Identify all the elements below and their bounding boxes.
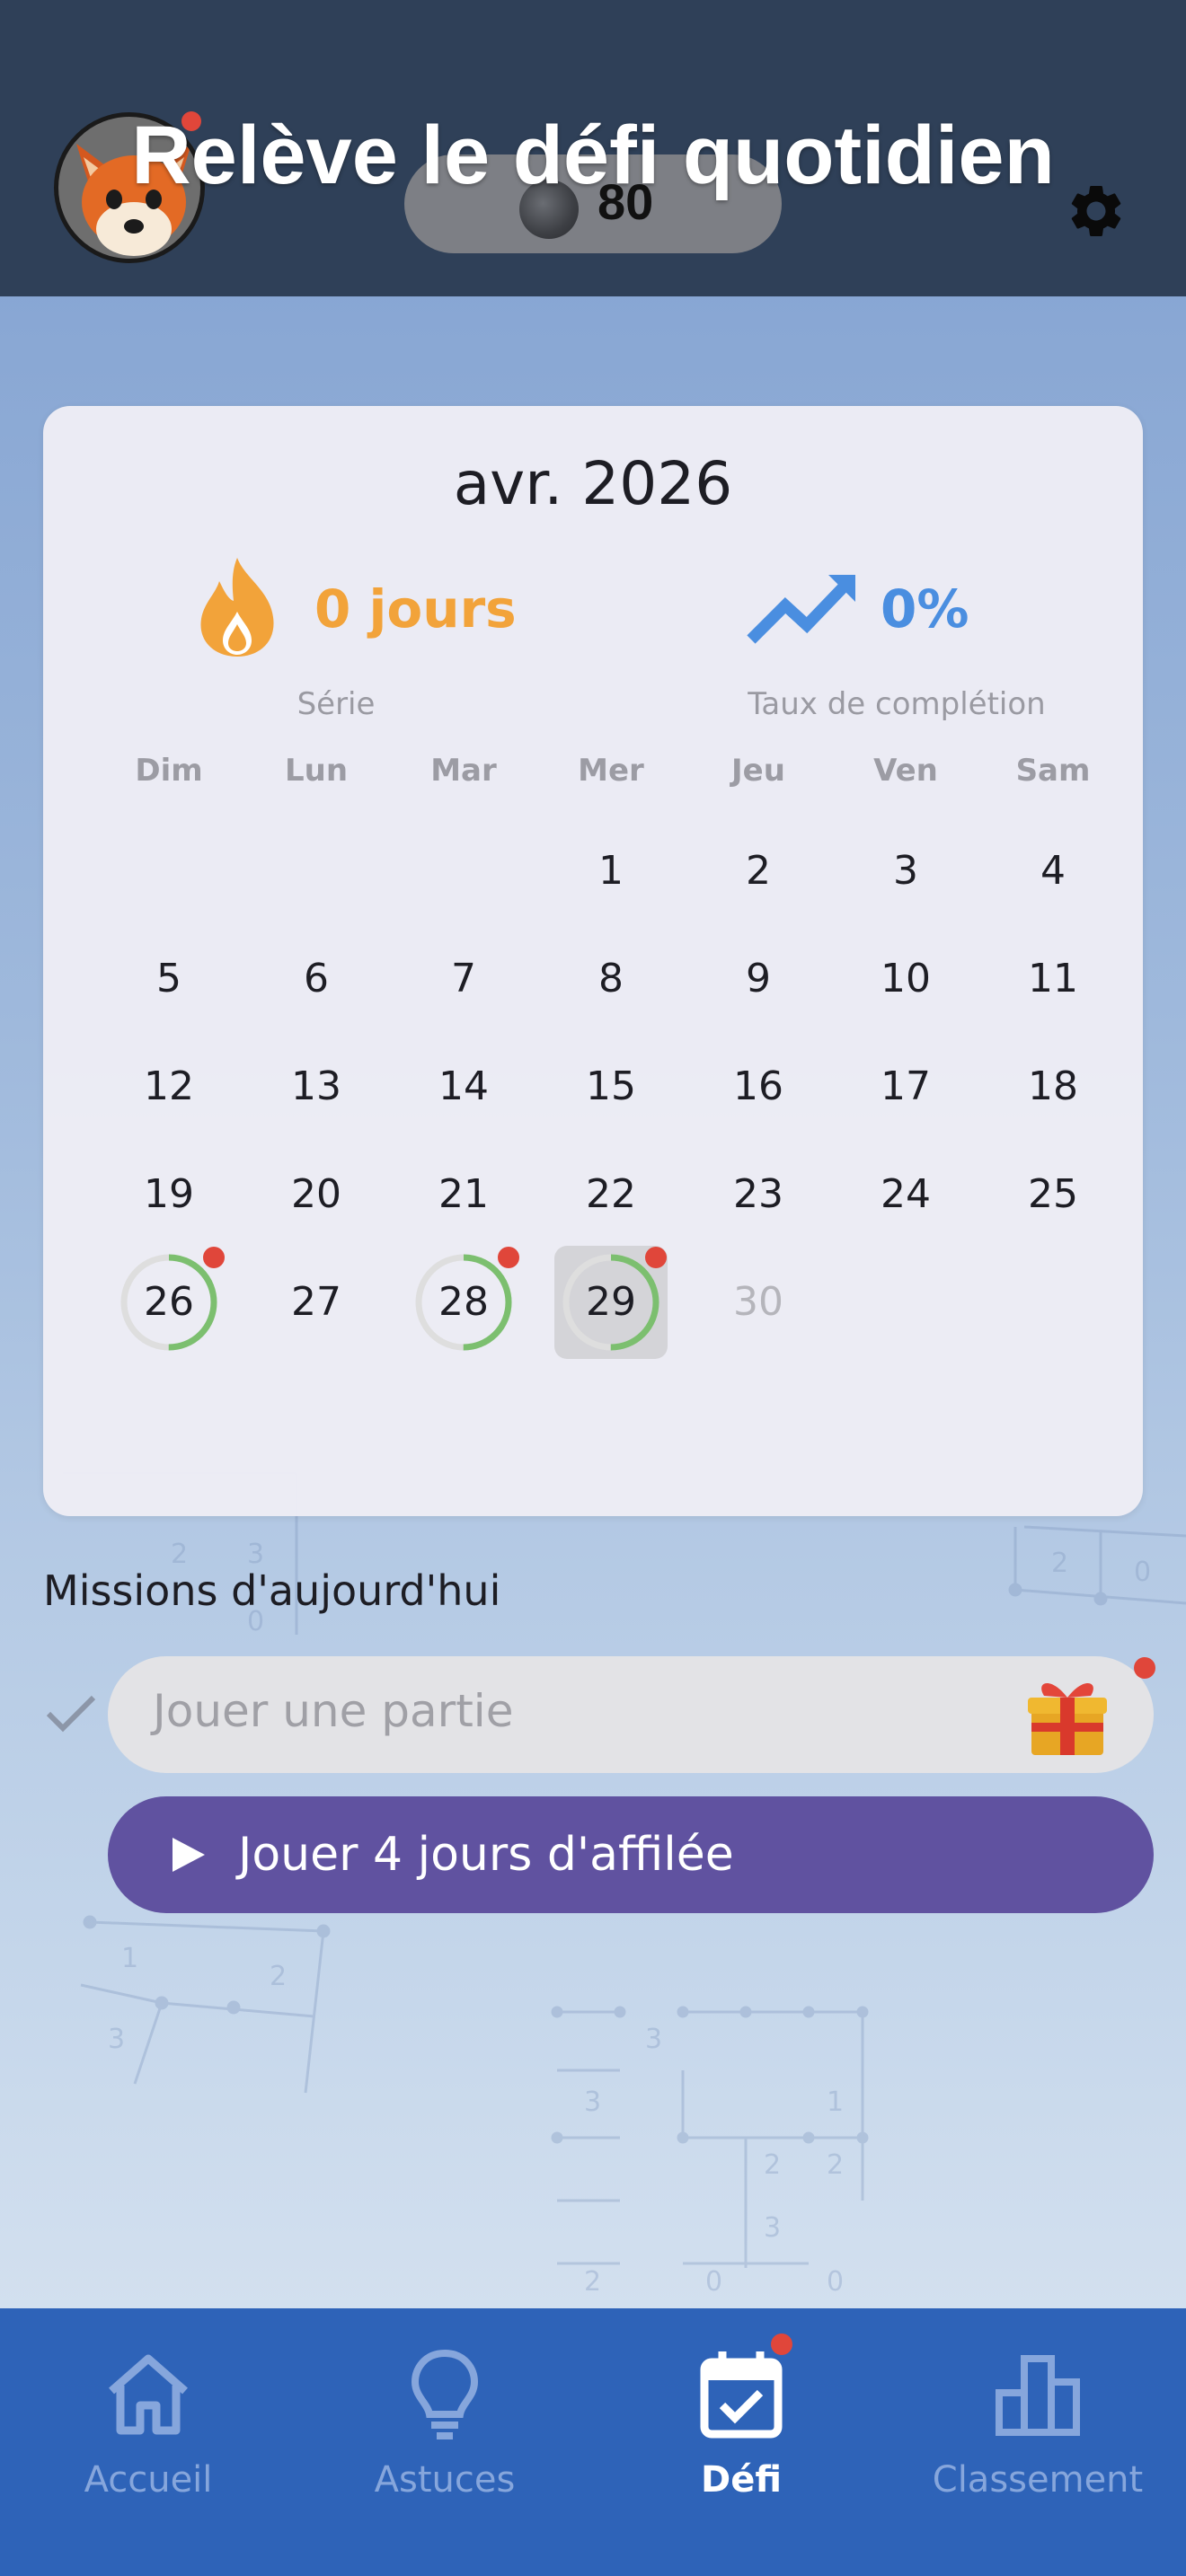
- calendar-day[interactable]: 29: [537, 1257, 685, 1347]
- home-icon: [109, 2354, 188, 2435]
- completion-rate-value: 0%: [881, 578, 969, 640]
- calendar-day[interactable]: 4: [979, 826, 1127, 916]
- calendar-day[interactable]: 26: [95, 1257, 243, 1347]
- streak-value: 0 jours: [314, 578, 517, 640]
- calendar-day: 30: [733, 1279, 783, 1325]
- calendar-day[interactable]: 22: [537, 1150, 685, 1239]
- play-streak-button[interactable]: Jouer 4 jours d'affilée: [108, 1796, 1154, 1913]
- calendar-day[interactable]: 20: [243, 1150, 390, 1239]
- calendar-day[interactable]: 14: [390, 1042, 537, 1132]
- nav-label: Astuces: [374, 2459, 516, 2501]
- weekday-label: Lun: [284, 753, 349, 789]
- svg-text:2: 2: [171, 1539, 188, 1570]
- svg-text:0: 0: [1134, 1557, 1151, 1588]
- svg-text:3: 3: [584, 2086, 601, 2118]
- calendar-day[interactable]: 28: [390, 1257, 537, 1347]
- calendar-day[interactable]: 23: [685, 1150, 832, 1239]
- weekday-label: Mar: [430, 753, 497, 789]
- calendar-day[interactable]: 5: [95, 934, 243, 1024]
- streak-label: Série: [296, 686, 376, 722]
- svg-text:2: 2: [584, 2266, 601, 2298]
- calendar-day[interactable]: 21: [390, 1150, 537, 1239]
- nav-item-astuces[interactable]: Astuces: [296, 2308, 593, 2576]
- calendar-day[interactable]: 7: [390, 934, 537, 1024]
- weekday-label: Sam: [1015, 753, 1091, 789]
- svg-text:3: 3: [108, 2024, 125, 2055]
- calendar-day[interactable]: 2: [685, 826, 832, 916]
- play-streak-label: Jouer 4 jours d'affilée: [238, 1828, 734, 1882]
- bar-chart-icon: [996, 2355, 1080, 2436]
- nav-item-defi[interactable]: Défi: [593, 2308, 890, 2576]
- svg-text:3: 3: [645, 2024, 662, 2055]
- calendar-day[interactable]: 19: [95, 1150, 243, 1239]
- weekday-label: Ven: [873, 753, 938, 789]
- calendar-day[interactable]: 9: [685, 934, 832, 1024]
- defi-notification-badge: [771, 2333, 792, 2355]
- svg-text:1: 1: [827, 2086, 844, 2118]
- svg-text:3: 3: [764, 2212, 781, 2244]
- calendar-day[interactable]: 11: [979, 934, 1127, 1024]
- calendar-day[interactable]: 1: [537, 826, 685, 916]
- calendar-day[interactable]: 24: [832, 1150, 979, 1239]
- calendar-check-icon: [700, 2351, 783, 2439]
- bottom-navigation: Accueil Astuces Défi Classement: [0, 2308, 1186, 2576]
- calendar-day[interactable]: 12: [95, 1042, 243, 1132]
- calendar-day[interactable]: 6: [243, 934, 390, 1024]
- completion-rate-label: Taux de complétion: [748, 686, 1046, 722]
- missions-title: Missions d'aujourd'hui: [43, 1566, 501, 1615]
- nav-label: Classement: [932, 2459, 1144, 2501]
- svg-text:3: 3: [247, 1539, 264, 1570]
- weekday-label: Mer: [578, 753, 644, 789]
- calendar-day[interactable]: 13: [243, 1042, 390, 1132]
- calendar-card: avr. 2026 0 jours 0% Série Taux de compl…: [43, 406, 1143, 1516]
- svg-text:2: 2: [764, 2149, 781, 2181]
- trending-up-icon: [747, 575, 855, 644]
- calendar-day[interactable]: 15: [537, 1042, 685, 1132]
- nav-item-classement[interactable]: Classement: [890, 2308, 1186, 2576]
- nav-item-accueil[interactable]: Accueil: [0, 2308, 296, 2576]
- calendar-day[interactable]: 17: [832, 1042, 979, 1132]
- month-label: avr. 2026: [453, 449, 733, 518]
- checkmark-icon: [46, 1695, 96, 1733]
- calendar-day[interactable]: 10: [832, 934, 979, 1024]
- flame-icon: [200, 558, 274, 657]
- svg-text:2: 2: [1051, 1548, 1068, 1579]
- lightbulb-icon: [411, 2349, 479, 2439]
- nav-label: Défi: [701, 2459, 782, 2501]
- nav-label: Accueil: [84, 2459, 213, 2501]
- weekday-label: Dim: [135, 753, 203, 789]
- play-icon: [173, 1838, 205, 1872]
- mission-reward-badge: [1134, 1657, 1155, 1679]
- calendar-day[interactable]: 8: [537, 934, 685, 1024]
- calendar-day[interactable]: 3: [832, 826, 979, 916]
- weekday-label: Jeu: [731, 753, 785, 789]
- calendar-day[interactable]: 27: [243, 1257, 390, 1347]
- calendar-day[interactable]: 16: [685, 1042, 832, 1132]
- calendar-day[interactable]: 18: [979, 1042, 1127, 1132]
- svg-text:1: 1: [121, 1943, 138, 1974]
- page-title: Relève le défi quotidien: [131, 110, 1055, 201]
- calendar-day[interactable]: 25: [979, 1150, 1127, 1239]
- gear-icon[interactable]: [1065, 180, 1128, 243]
- mission-label: Jouer une partie: [153, 1685, 514, 1737]
- svg-text:2: 2: [827, 2149, 844, 2181]
- svg-text:0: 0: [705, 2266, 722, 2298]
- gift-icon: [1028, 1682, 1107, 1755]
- svg-text:0: 0: [827, 2266, 844, 2298]
- svg-text:2: 2: [270, 1961, 287, 1992]
